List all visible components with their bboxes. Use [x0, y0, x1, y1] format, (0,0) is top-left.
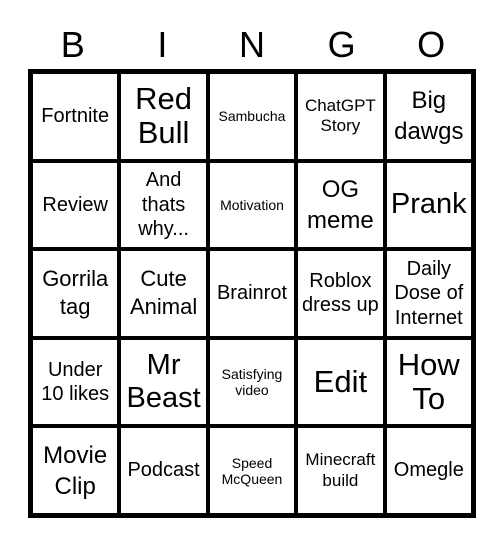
bingo-cell[interactable]: Roblox dress up — [296, 249, 385, 338]
bingo-cell[interactable]: Omegle — [384, 426, 473, 515]
bingo-cell[interactable]: Satisfying video — [207, 337, 297, 427]
bingo-cell[interactable]: Minecraft build — [296, 426, 385, 515]
bingo-cell[interactable]: ChatGPT Story — [296, 72, 385, 161]
bingo-cell[interactable]: Speed McQueen — [207, 426, 297, 515]
header-letter-i: I — [157, 24, 168, 65]
header-letter-o: O — [417, 24, 446, 65]
header-letter-g: G — [327, 24, 356, 65]
bingo-cell[interactable]: Podcast — [119, 426, 208, 515]
header-letter-n: N — [238, 24, 265, 65]
bingo-header: B I N G O — [28, 22, 476, 68]
bingo-cell[interactable]: Fortnite — [31, 72, 120, 161]
bingo-cell[interactable]: Big dawgs — [384, 72, 473, 161]
bingo-cell[interactable]: Gorrila tag — [31, 249, 120, 338]
bingo-cell[interactable]: OG meme — [296, 160, 385, 250]
bingo-cell[interactable]: Review — [31, 160, 120, 250]
bingo-cell[interactable]: How To — [384, 337, 473, 427]
bingo-cell[interactable]: Sambucha — [207, 72, 297, 161]
bingo-board: Fortnite Red Bull Sambucha ChatGPT Story… — [28, 69, 476, 518]
bingo-cell[interactable]: Movie Clip — [31, 426, 120, 515]
bingo-cell[interactable]: Prank — [384, 160, 473, 250]
header-letter-b: B — [60, 24, 85, 65]
bingo-cell[interactable]: Daily Dose of Internet — [384, 249, 473, 338]
bingo-cell[interactable]: And thats why... — [119, 160, 208, 250]
bingo-cell[interactable]: Motivation — [207, 160, 297, 250]
bingo-cell[interactable]: Brainrot — [207, 249, 297, 338]
bingo-cell[interactable]: Under 10 likes — [31, 337, 120, 427]
bingo-cell[interactable]: Red Bull — [119, 72, 208, 161]
bingo-cell[interactable]: Edit — [296, 337, 385, 427]
bingo-cell[interactable]: Mr Beast — [119, 337, 208, 427]
bingo-cell[interactable]: Cute Animal — [119, 249, 208, 338]
